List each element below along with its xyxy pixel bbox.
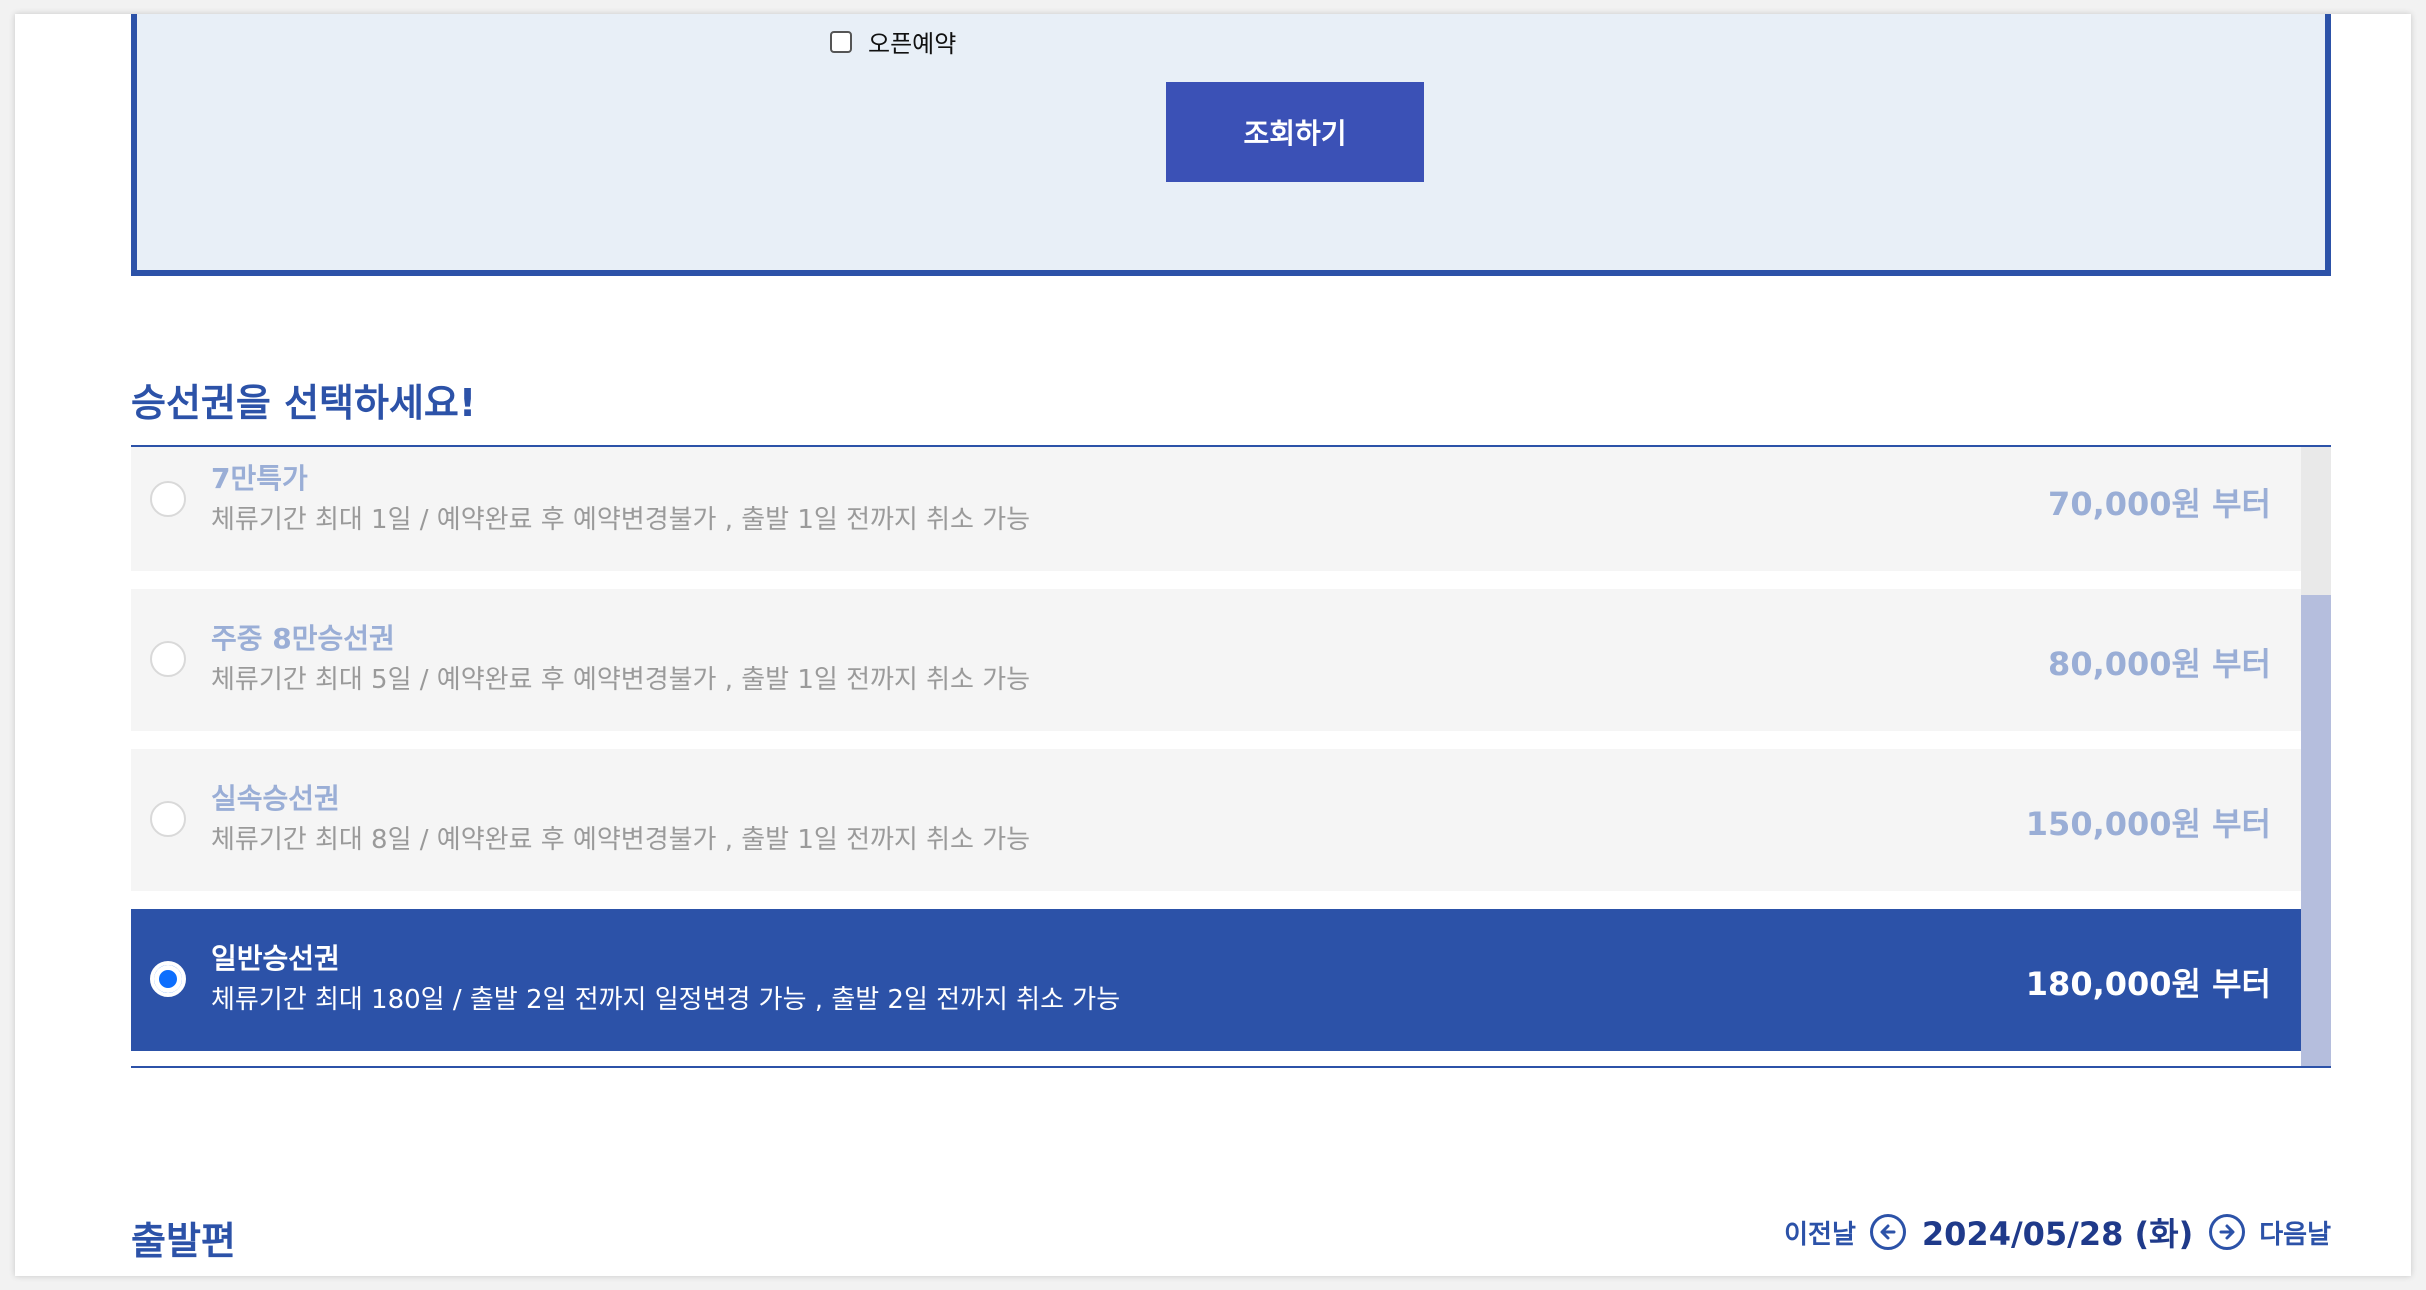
list-bottom-divider — [131, 1066, 2331, 1068]
ticket-name: 7만특가 — [211, 462, 308, 495]
ticket-description: 체류기간 최대 180일 / 출발 2일 전까지 일정변경 가능 , 출발 2일… — [211, 985, 1121, 1015]
ticket-name: 실속승선권 — [211, 782, 340, 815]
search-panel: 오픈예약 조회하기 — [131, 14, 2331, 276]
date-navigation: 이전날 2024/05/28 (화) 다음날 — [1784, 1209, 2331, 1255]
ticket-section-title: 승선권을 선택하세요! — [131, 381, 477, 425]
ticket-radio[interactable] — [150, 481, 186, 517]
current-date: 2024/05/28 (화) — [1921, 1215, 2194, 1253]
ticket-list: 7만특가 체류기간 최대 1일 / 예약완료 후 예약변경불가 , 출발 1일 … — [131, 447, 2331, 1066]
ticket-price: 150,000원 부터 — [2025, 805, 2271, 843]
ticket-description: 체류기간 최대 5일 / 예약완료 후 예약변경불가 , 출발 1일 전까지 취… — [211, 665, 1031, 695]
ticket-radio[interactable] — [150, 801, 186, 837]
ticket-option-4[interactable]: 일반승선권 체류기간 최대 180일 / 출발 2일 전까지 일정변경 가능 ,… — [131, 909, 2301, 1051]
arrow-left-icon[interactable] — [1869, 1214, 1906, 1250]
ticket-radio-selected[interactable] — [150, 961, 186, 997]
open-reserve-label: 오픈예약 — [868, 30, 957, 58]
ticket-name: 일반승선권 — [211, 942, 340, 975]
ticket-price: 180,000원 부터 — [2025, 965, 2271, 1003]
arrow-right-icon[interactable] — [2209, 1214, 2246, 1250]
next-day-link[interactable]: 다음날 — [2259, 1214, 2331, 1251]
ticket-description: 체류기간 최대 1일 / 예약완료 후 예약변경불가 , 출발 1일 전까지 취… — [211, 505, 1031, 535]
open-reserve-checkbox[interactable] — [830, 30, 852, 53]
open-reserve-option[interactable]: 오픈예약 — [830, 24, 956, 59]
ticket-price: 80,000원 부터 — [2048, 645, 2271, 683]
ticket-name: 주중 8만승선권 — [211, 622, 395, 655]
ticket-price: 70,000원 부터 — [2048, 485, 2271, 523]
ticket-description: 체류기간 최대 8일 / 예약완료 후 예약변경불가 , 출발 1일 전까지 취… — [211, 825, 1031, 855]
scrollbar-thumb[interactable] — [2301, 595, 2331, 1066]
ticket-option-1[interactable]: 7만특가 체류기간 최대 1일 / 예약완료 후 예약변경불가 , 출발 1일 … — [131, 447, 2301, 571]
departure-title: 출발편 — [131, 1219, 236, 1263]
page: 오픈예약 조회하기 승선권을 선택하세요! 7만특가 체류기간 최대 1일 / … — [15, 14, 2411, 1276]
search-button[interactable]: 조회하기 — [1166, 82, 1424, 182]
ticket-radio[interactable] — [150, 641, 186, 677]
prev-day-link[interactable]: 이전날 — [1784, 1214, 1856, 1251]
ticket-option-3[interactable]: 실속승선권 체류기간 최대 8일 / 예약완료 후 예약변경불가 , 출발 1일… — [131, 749, 2301, 891]
ticket-option-2[interactable]: 주중 8만승선권 체류기간 최대 5일 / 예약완료 후 예약변경불가 , 출발… — [131, 589, 2301, 731]
